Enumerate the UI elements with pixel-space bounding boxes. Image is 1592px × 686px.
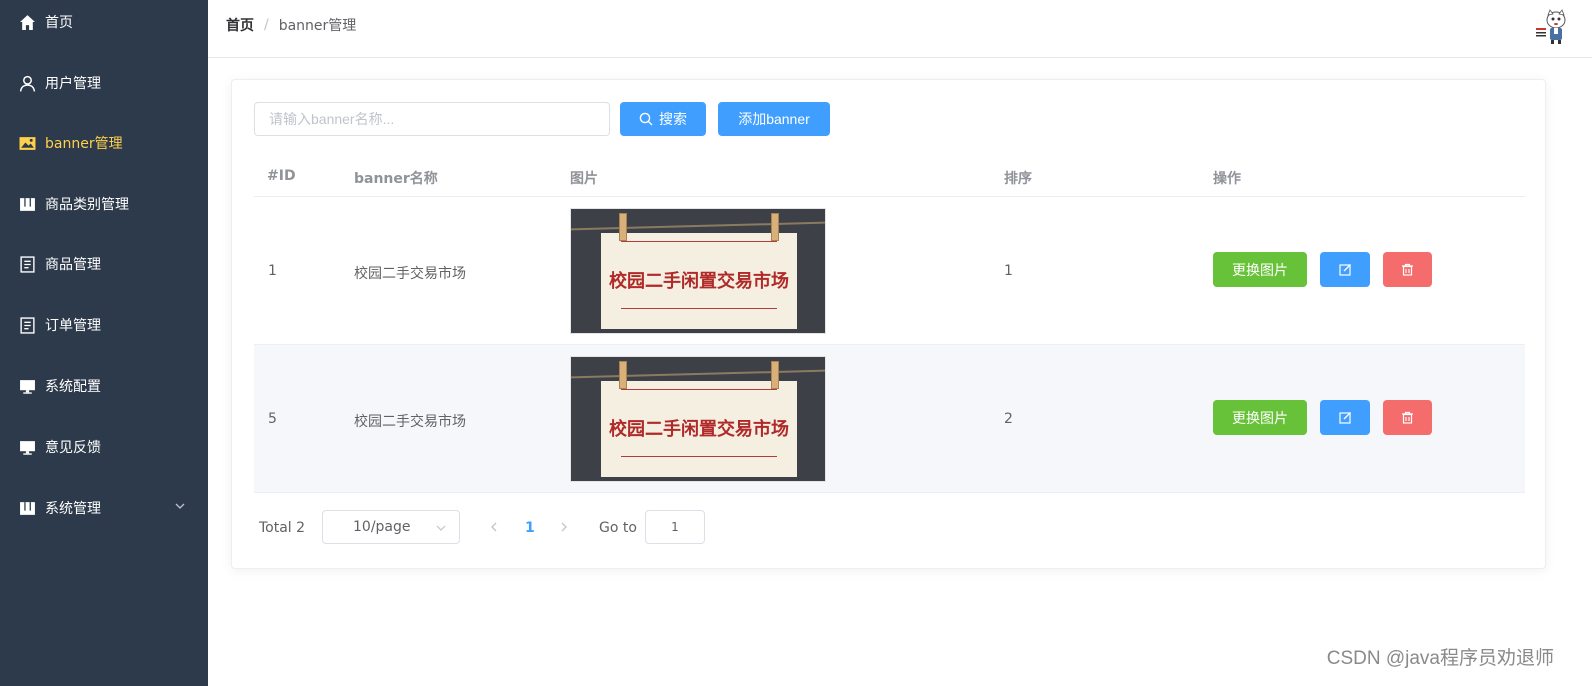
sidebar-item-label: 意见反馈 [45, 440, 101, 456]
sidebar-item-label: 系统配置 [45, 379, 101, 395]
cell-id: 5 [268, 411, 277, 427]
column-header-id: #ID [267, 168, 296, 184]
next-page-icon[interactable] [558, 521, 570, 533]
breadcrumb-current: banner管理 [278, 18, 357, 34]
home-icon [18, 13, 36, 31]
column-header-image: 图片 [570, 171, 598, 187]
delete-button[interactable] [1383, 252, 1432, 287]
chevron-down-icon [436, 525, 446, 531]
edit-button[interactable] [1320, 400, 1370, 435]
sidebar-item-system-manage[interactable]: 系统管理 [0, 488, 208, 528]
banner-card: 搜索 添加banner #ID banner名称 图片 排序 操作 1 校园二手… [231, 79, 1546, 569]
breadcrumb: 首页 / banner管理 [226, 15, 356, 35]
trash-icon [1402, 263, 1413, 276]
chevron-down-icon [175, 503, 185, 509]
table-header: #ID banner名称 图片 排序 操作 [254, 156, 1525, 197]
banner-image-text: 校园二手闲置交易市场 [609, 419, 789, 440]
edit-icon [1338, 412, 1351, 424]
goto-label: Go to [599, 520, 637, 536]
prev-page-icon[interactable] [488, 521, 500, 533]
sidebar-item-home[interactable]: 首页 [0, 2, 208, 42]
page-number[interactable]: 1 [525, 520, 535, 536]
user-icon [18, 74, 36, 92]
search-button-label: 搜索 [659, 111, 687, 127]
search-input[interactable] [254, 102, 610, 136]
page-size-value: 10/page [353, 519, 411, 535]
column-header-actions: 操作 [1213, 171, 1241, 187]
replace-image-button[interactable]: 更换图片 [1213, 400, 1307, 435]
monitor-icon [18, 438, 36, 456]
category-icon [18, 195, 36, 213]
top-bar: 首页 / banner管理 [208, 0, 1592, 58]
sidebar-item-label: 商品管理 [45, 257, 101, 273]
sidebar-item-label: 首页 [45, 15, 73, 31]
cell-name: 校园二手交易市场 [354, 266, 466, 282]
sidebar-item-users[interactable]: 用户管理 [0, 63, 208, 103]
cell-name: 校园二手交易市场 [354, 414, 466, 430]
edit-icon [1338, 264, 1351, 276]
picture-icon [18, 134, 36, 152]
replace-image-label: 更换图片 [1232, 262, 1288, 279]
sidebar-item-orders[interactable]: 订单管理 [0, 305, 208, 345]
watermark: CSDN @java程序员劝退师 [1326, 648, 1554, 669]
sidebar-item-label: 商品类别管理 [45, 197, 129, 213]
document-icon [18, 316, 36, 334]
breadcrumb-home[interactable]: 首页 [226, 15, 254, 35]
cell-sort: 2 [1004, 411, 1013, 427]
banner-table: #ID banner名称 图片 排序 操作 1 校园二手交易市场 校园二手闲置交… [254, 156, 1525, 493]
trash-icon [1402, 411, 1413, 424]
add-banner-label: 添加banner [738, 111, 810, 127]
category-icon [18, 499, 36, 517]
column-header-sort: 排序 [1004, 171, 1032, 187]
banner-image: 校园二手闲置交易市场 [570, 208, 826, 334]
search-icon [639, 112, 653, 126]
pagination: Total 2 10/page 1 Go to 1 [254, 510, 854, 546]
sidebar-item-label: 订单管理 [45, 318, 101, 334]
replace-image-label: 更换图片 [1232, 410, 1288, 427]
cell-id: 1 [268, 263, 277, 279]
breadcrumb-separator: / [264, 17, 269, 33]
page-size-select[interactable]: 10/page [322, 510, 460, 544]
table-row: 5 校园二手交易市场 校园二手闲置交易市场 2 更换图片 [254, 345, 1525, 493]
pagination-total: Total 2 [259, 520, 306, 536]
goto-input[interactable]: 1 [645, 510, 705, 544]
sidebar-item-label: banner管理 [45, 136, 123, 152]
sidebar-item-label: 用户管理 [45, 76, 101, 92]
table-row: 1 校园二手交易市场 校园二手闲置交易市场 1 更换图片 [254, 197, 1525, 345]
replace-image-button[interactable]: 更换图片 [1213, 252, 1307, 287]
sidebar-item-system-config[interactable]: 系统配置 [0, 366, 208, 406]
edit-button[interactable] [1320, 252, 1370, 287]
add-banner-button[interactable]: 添加banner [718, 102, 830, 136]
search-button[interactable]: 搜索 [620, 102, 706, 136]
avatar[interactable] [1532, 6, 1572, 46]
document-icon [18, 255, 36, 273]
column-header-name: banner名称 [354, 171, 438, 187]
sidebar-item-label: 系统管理 [45, 501, 101, 517]
banner-image-text: 校园二手闲置交易市场 [609, 271, 789, 292]
monitor-icon [18, 377, 36, 395]
sidebar-item-feedback[interactable]: 意见反馈 [0, 427, 208, 467]
cell-sort: 1 [1004, 263, 1013, 279]
sidebar-item-banner[interactable]: banner管理 [0, 123, 208, 163]
sidebar: 首页 用户管理 banner管理 商品类别管理 商品管理 订单管理 系统配置 意… [0, 0, 208, 686]
sidebar-item-goods[interactable]: 商品管理 [0, 244, 208, 284]
delete-button[interactable] [1383, 400, 1432, 435]
banner-image: 校园二手闲置交易市场 [570, 356, 826, 482]
sidebar-item-category[interactable]: 商品类别管理 [0, 184, 208, 224]
